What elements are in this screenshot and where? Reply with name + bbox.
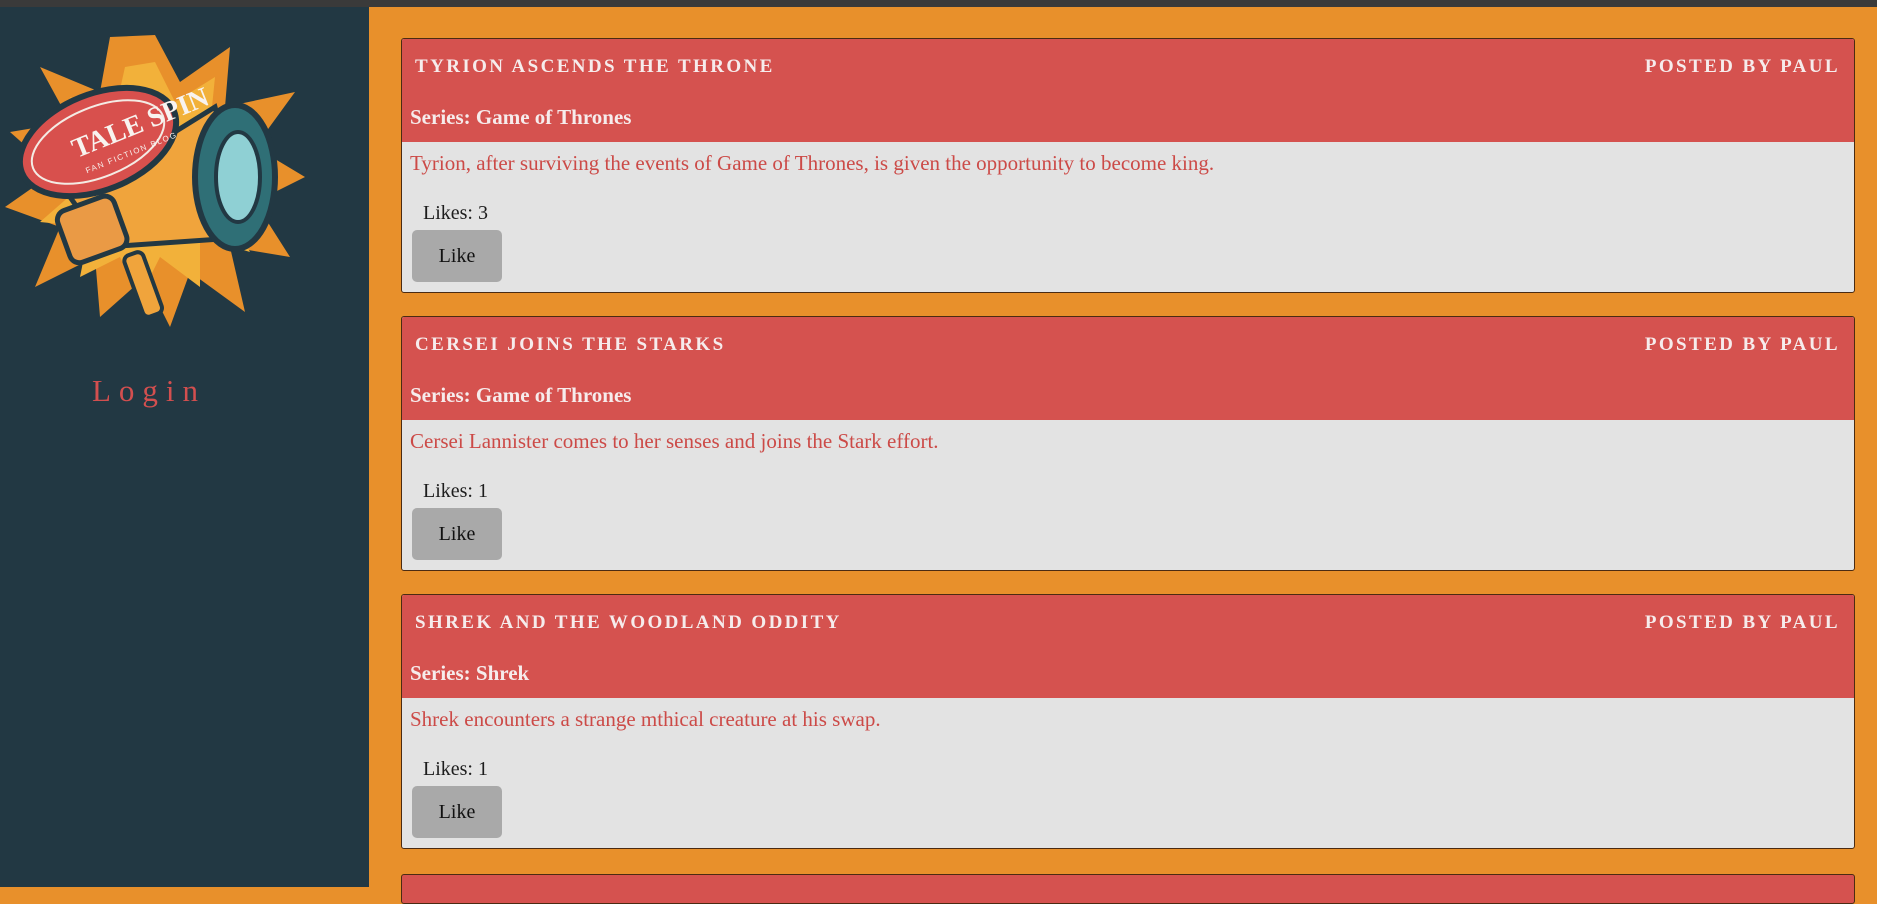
post-series: Series: Shrek [410, 661, 530, 685]
post-card-partial [401, 874, 1855, 904]
top-bar [0, 0, 1877, 7]
post-description: Shrek encounters a strange mthical creat… [410, 707, 881, 731]
post-author: Posted by Paul [1644, 56, 1840, 77]
post-series: Series: Game of Thrones [410, 383, 632, 407]
post-header: Cersei Joins the Starks Posted by Paul S… [402, 317, 1854, 420]
post-series: Series: Game of Thrones [410, 105, 632, 129]
sidebar: TALE SPIN FAN FICTION BLOG Login [0, 7, 369, 887]
post-header: Shrek and the Woodland Oddity Posted by … [402, 595, 1854, 698]
like-count: Likes: 1 [423, 480, 488, 502]
like-button[interactable]: Like [412, 786, 502, 838]
post-body: Tyrion, after surviving the events of Ga… [402, 142, 1854, 292]
post-author: Posted by Paul [1644, 334, 1840, 355]
post-header: Tyrion Ascends the Throne Posted by Paul… [402, 39, 1854, 142]
post-body: Cersei Lannister comes to her senses and… [402, 420, 1854, 570]
post-feed: Tyrion Ascends the Throne Posted by Paul… [369, 7, 1877, 904]
like-button[interactable]: Like [412, 230, 502, 282]
post-title: Cersei Joins the Starks [415, 334, 726, 355]
like-button[interactable]: Like [412, 508, 502, 560]
post-body: Shrek encounters a strange mthical creat… [402, 698, 1854, 848]
post-title: Shrek and the Woodland Oddity [415, 612, 842, 633]
post-description: Cersei Lannister comes to her senses and… [410, 429, 939, 453]
like-count: Likes: 3 [423, 202, 488, 224]
tale-spin-logo[interactable]: TALE SPIN FAN FICTION BLOG [0, 27, 310, 337]
post-card: Shrek and the Woodland Oddity Posted by … [401, 594, 1855, 849]
like-count: Likes: 1 [423, 758, 488, 780]
post-card: Tyrion Ascends the Throne Posted by Paul… [401, 38, 1855, 293]
post-description: Tyrion, after surviving the events of Ga… [410, 151, 1215, 175]
login-link[interactable]: Login [0, 373, 298, 409]
post-author: Posted by Paul [1644, 612, 1840, 633]
post-title: Tyrion Ascends the Throne [415, 56, 775, 77]
post-card: Cersei Joins the Starks Posted by Paul S… [401, 316, 1855, 571]
